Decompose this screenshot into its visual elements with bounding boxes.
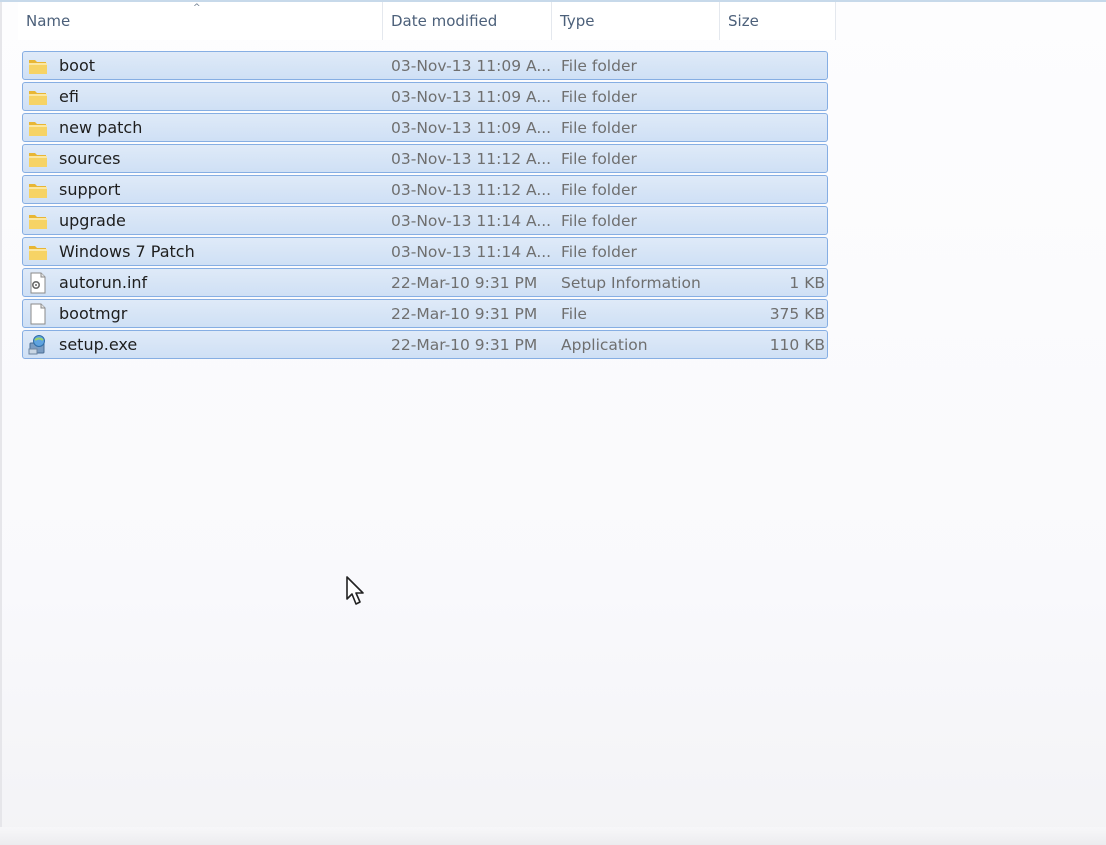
file-name: Windows 7 Patch xyxy=(59,242,195,261)
file-name-cell: sources xyxy=(23,144,391,173)
file-name-cell: setup.exe xyxy=(23,330,391,359)
folder-icon xyxy=(27,179,49,201)
settings-file-icon xyxy=(27,272,49,294)
file-row[interactable]: setup.exe 22-Mar-10 9:31 PM Application 110… xyxy=(22,330,828,359)
file-type: File folder xyxy=(561,56,637,75)
file-name-cell: efi xyxy=(23,82,391,111)
file-date: 03-Nov-13 11:12 A... xyxy=(391,149,552,168)
file-size: 375 KB xyxy=(769,304,825,323)
file-name: sources xyxy=(59,149,121,168)
file-name-cell: Windows 7 Patch xyxy=(23,237,391,266)
file-name: setup.exe xyxy=(59,335,138,354)
folder-icon xyxy=(27,148,49,170)
file-name-cell: boot xyxy=(23,51,391,80)
file-date: 22-Mar-10 9:31 PM xyxy=(391,335,538,354)
window-left-edge xyxy=(0,2,2,845)
file-explorer-window: ^ Name Date modified Type Size boot 03-No… xyxy=(0,0,1106,845)
file-name: bootmgr xyxy=(59,304,128,323)
folder-icon xyxy=(27,210,49,232)
folder-icon xyxy=(27,241,49,263)
file-name-cell: autorun.inf xyxy=(23,268,391,297)
file-name-cell: support xyxy=(23,175,391,204)
file-date: 03-Nov-13 11:09 A... xyxy=(391,118,552,137)
file-type: File xyxy=(561,304,587,323)
file-row[interactable]: autorun.inf 22-Mar-10 9:31 PM Setup Inform… xyxy=(22,268,828,297)
file-list: boot 03-Nov-13 11:09 A... File folder efi 03… xyxy=(22,51,828,361)
blank-file-icon xyxy=(27,303,49,325)
file-date: 22-Mar-10 9:31 PM xyxy=(391,273,538,292)
sort-arrow-icon: ^ xyxy=(193,3,201,13)
file-date: 22-Mar-10 9:31 PM xyxy=(391,304,538,323)
column-header-type[interactable]: Type xyxy=(552,2,720,40)
column-header-date[interactable]: Date modified xyxy=(383,2,552,40)
setup-app-icon xyxy=(27,334,49,356)
file-row[interactable]: new patch 03-Nov-13 11:09 A... File folder xyxy=(22,113,828,142)
column-header-type-label: Type xyxy=(560,12,595,30)
file-name-cell: new patch xyxy=(23,113,391,142)
file-type: File folder xyxy=(561,180,637,199)
file-type: File folder xyxy=(561,242,637,261)
file-size: 1 KB xyxy=(789,273,825,292)
file-row[interactable]: support 03-Nov-13 11:12 A... File folder xyxy=(22,175,828,204)
file-type: Setup Information xyxy=(561,273,701,292)
file-date: 03-Nov-13 11:14 A... xyxy=(391,242,552,261)
file-date: 03-Nov-13 11:12 A... xyxy=(391,180,552,199)
file-type: File folder xyxy=(561,149,637,168)
column-header-date-label: Date modified xyxy=(391,12,498,30)
column-header-name[interactable]: ^ Name xyxy=(18,2,383,40)
file-name: new patch xyxy=(59,118,143,137)
status-bar-edge xyxy=(0,827,1106,845)
mouse-cursor-icon xyxy=(346,576,364,605)
file-row[interactable]: sources 03-Nov-13 11:12 A... File folder xyxy=(22,144,828,173)
column-header-size-label: Size xyxy=(728,12,759,30)
folder-icon xyxy=(27,55,49,77)
file-row[interactable]: boot 03-Nov-13 11:09 A... File folder xyxy=(22,51,828,80)
file-name: support xyxy=(59,180,121,199)
column-header-size[interactable]: Size xyxy=(720,2,836,40)
file-name: efi xyxy=(59,87,79,106)
column-header-bar: ^ Name Date modified Type Size xyxy=(18,2,836,40)
file-type: File folder xyxy=(561,87,637,106)
file-type: File folder xyxy=(561,211,637,230)
file-name-cell: bootmgr xyxy=(23,299,391,328)
file-name-cell: upgrade xyxy=(23,206,391,235)
file-row[interactable]: Windows 7 Patch 03-Nov-13 11:14 A... File … xyxy=(22,237,828,266)
folder-icon xyxy=(27,117,49,139)
column-header-name-label: Name xyxy=(26,12,71,30)
file-name: upgrade xyxy=(59,211,126,230)
file-date: 03-Nov-13 11:09 A... xyxy=(391,56,552,75)
file-date: 03-Nov-13 11:09 A... xyxy=(391,87,552,106)
file-date: 03-Nov-13 11:14 A... xyxy=(391,211,552,230)
file-row[interactable]: efi 03-Nov-13 11:09 A... File folder xyxy=(22,82,828,111)
folder-icon xyxy=(27,86,49,108)
file-type: File folder xyxy=(561,118,637,137)
file-size: 110 KB xyxy=(769,335,825,354)
file-row[interactable]: upgrade 03-Nov-13 11:14 A... File folder xyxy=(22,206,828,235)
file-type: Application xyxy=(561,335,648,354)
file-name: boot xyxy=(59,56,96,75)
file-name: autorun.inf xyxy=(59,273,148,292)
file-row[interactable]: bootmgr 22-Mar-10 9:31 PM File 375 KB xyxy=(22,299,828,328)
